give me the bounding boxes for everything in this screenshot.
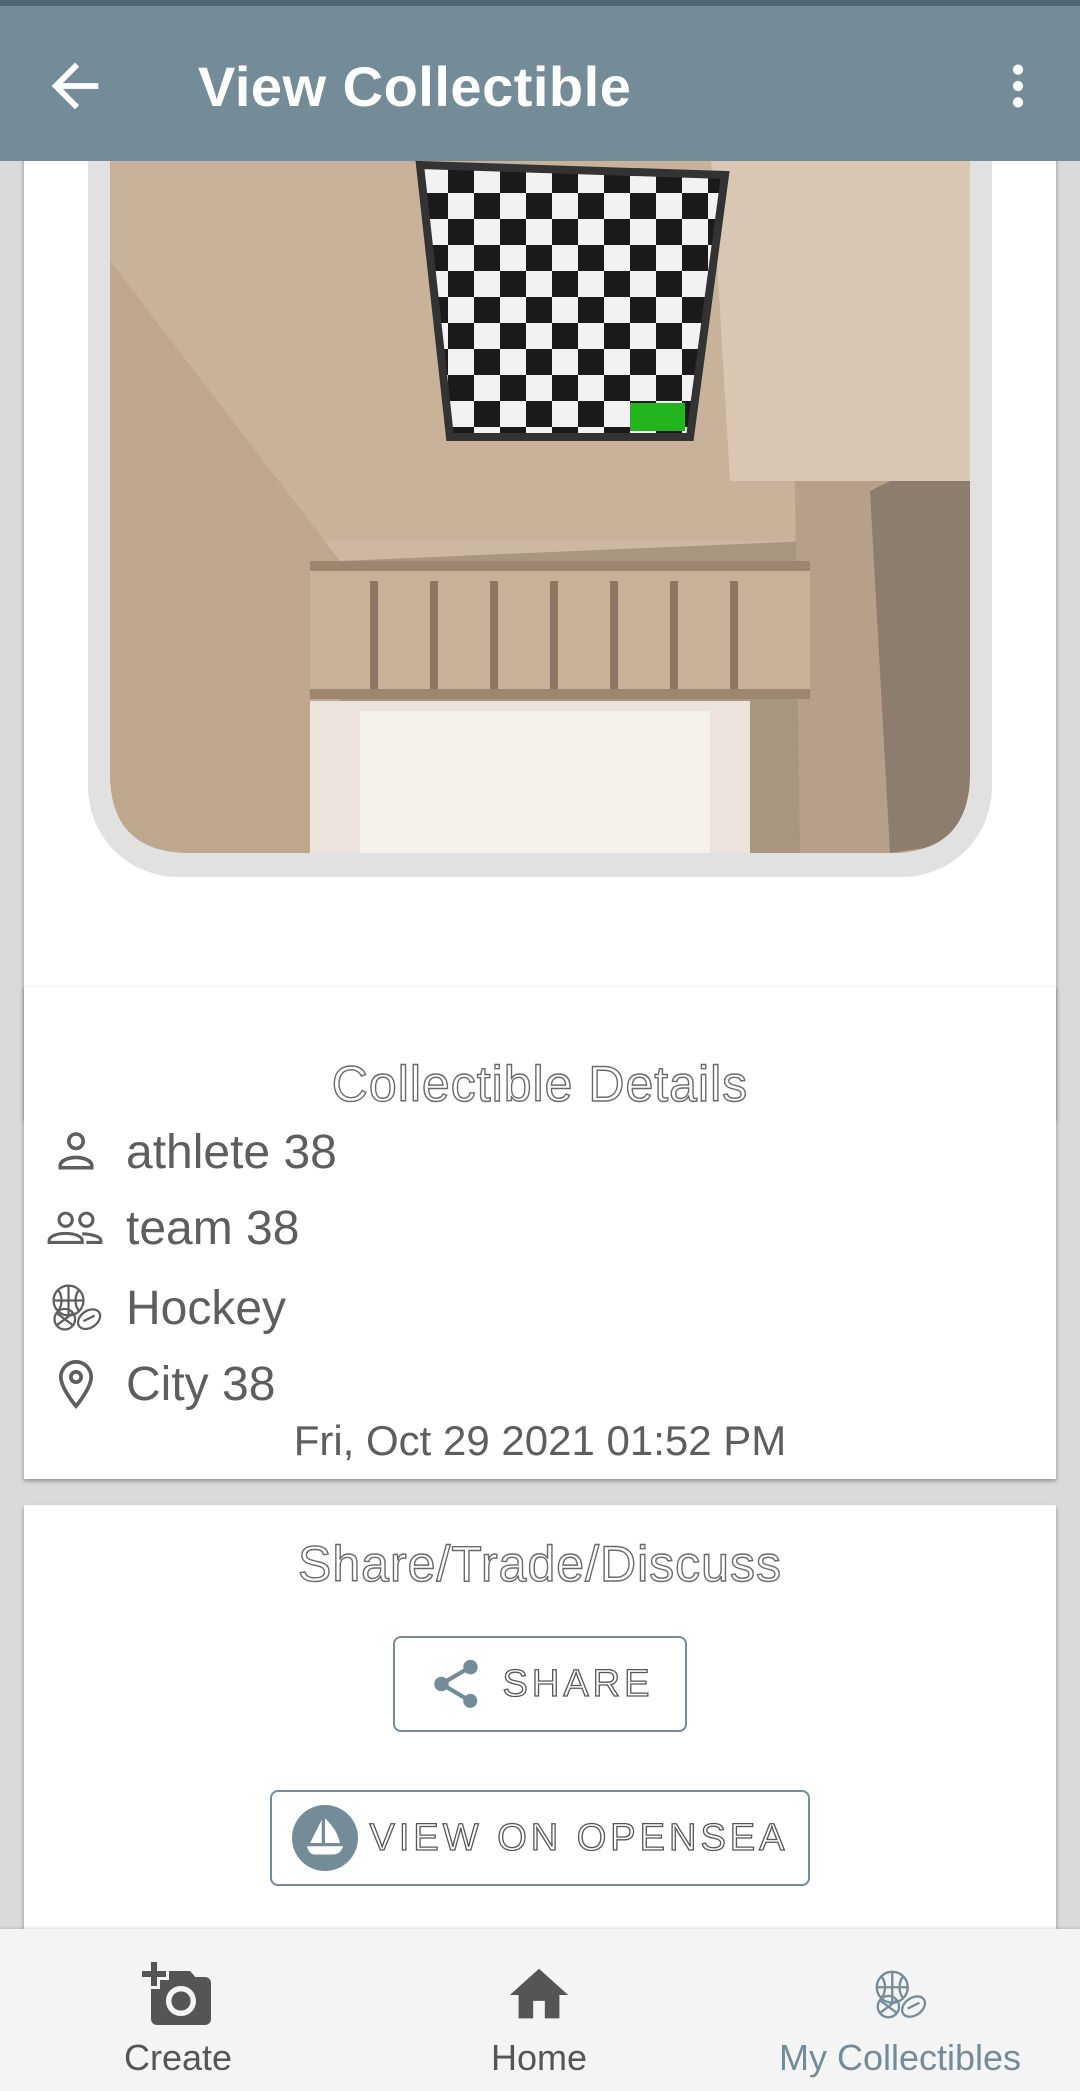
- nav-create[interactable]: Create: [98, 1929, 258, 2091]
- share-button[interactable]: SHARE: [393, 1636, 687, 1732]
- collectible-details-card: Collectible Details athlete 38 team 38 H…: [24, 987, 1056, 1479]
- content-scroll[interactable]: Collectible Details athlete 38 team 38 H…: [0, 161, 1080, 1929]
- share-icon: [427, 1655, 485, 1713]
- opensea-icon: [291, 1805, 358, 1871]
- athlete-name: athlete 38: [126, 1125, 337, 1179]
- arrow-left-icon[interactable]: [40, 51, 110, 121]
- app-bar: View Collectible: [0, 6, 1080, 161]
- share-trade-card: Share/Trade/Discuss SHARE VIEW ON OPENSE…: [24, 1505, 1056, 1929]
- bottom-navigation: Create Home My Collectibles: [0, 1929, 1080, 2091]
- city-row: City 38: [44, 1349, 275, 1419]
- share-label: SHARE: [502, 1662, 654, 1705]
- opensea-label: VIEW ON OPENSEA: [369, 1816, 789, 1859]
- add-photo-icon: [138, 1959, 218, 2031]
- collectible-photo[interactable]: [110, 161, 970, 853]
- share-title: Share/Trade/Discuss: [297, 1535, 782, 1592]
- nav-my-collectibles[interactable]: My Collectibles: [755, 1929, 1045, 2091]
- capture-date: Fri, Oct 29 2021 01:52 PM: [293, 1417, 787, 1464]
- home-icon: [499, 1959, 579, 2031]
- team-name: team 38: [126, 1201, 300, 1255]
- city-name: City 38: [126, 1357, 276, 1411]
- nav-my-collectibles-label: My Collectibles: [778, 2037, 1022, 2078]
- location-pin-icon: [44, 1352, 108, 1416]
- sport-name: Hockey: [126, 1281, 287, 1335]
- image-frame: [88, 161, 992, 877]
- nav-create-label: Create: [123, 2037, 233, 2078]
- athlete-row: athlete 38: [44, 1117, 337, 1187]
- sports-balls-icon: [44, 1276, 108, 1340]
- view-on-opensea-button[interactable]: VIEW ON OPENSEA: [270, 1790, 810, 1886]
- nav-home[interactable]: Home: [459, 1929, 619, 2091]
- sport-row: Hockey: [44, 1273, 286, 1343]
- sports-balls-icon: [860, 1959, 940, 2031]
- team-row: team 38: [44, 1193, 299, 1263]
- group-icon: [44, 1196, 108, 1260]
- page-title: View Collectible: [198, 55, 632, 118]
- nav-home-label: Home: [490, 2037, 588, 2078]
- more-vertical-icon[interactable]: [990, 51, 1046, 121]
- image-card: [24, 161, 1056, 1120]
- person-icon: [44, 1120, 108, 1184]
- details-title: Collectible Details: [331, 1055, 749, 1112]
